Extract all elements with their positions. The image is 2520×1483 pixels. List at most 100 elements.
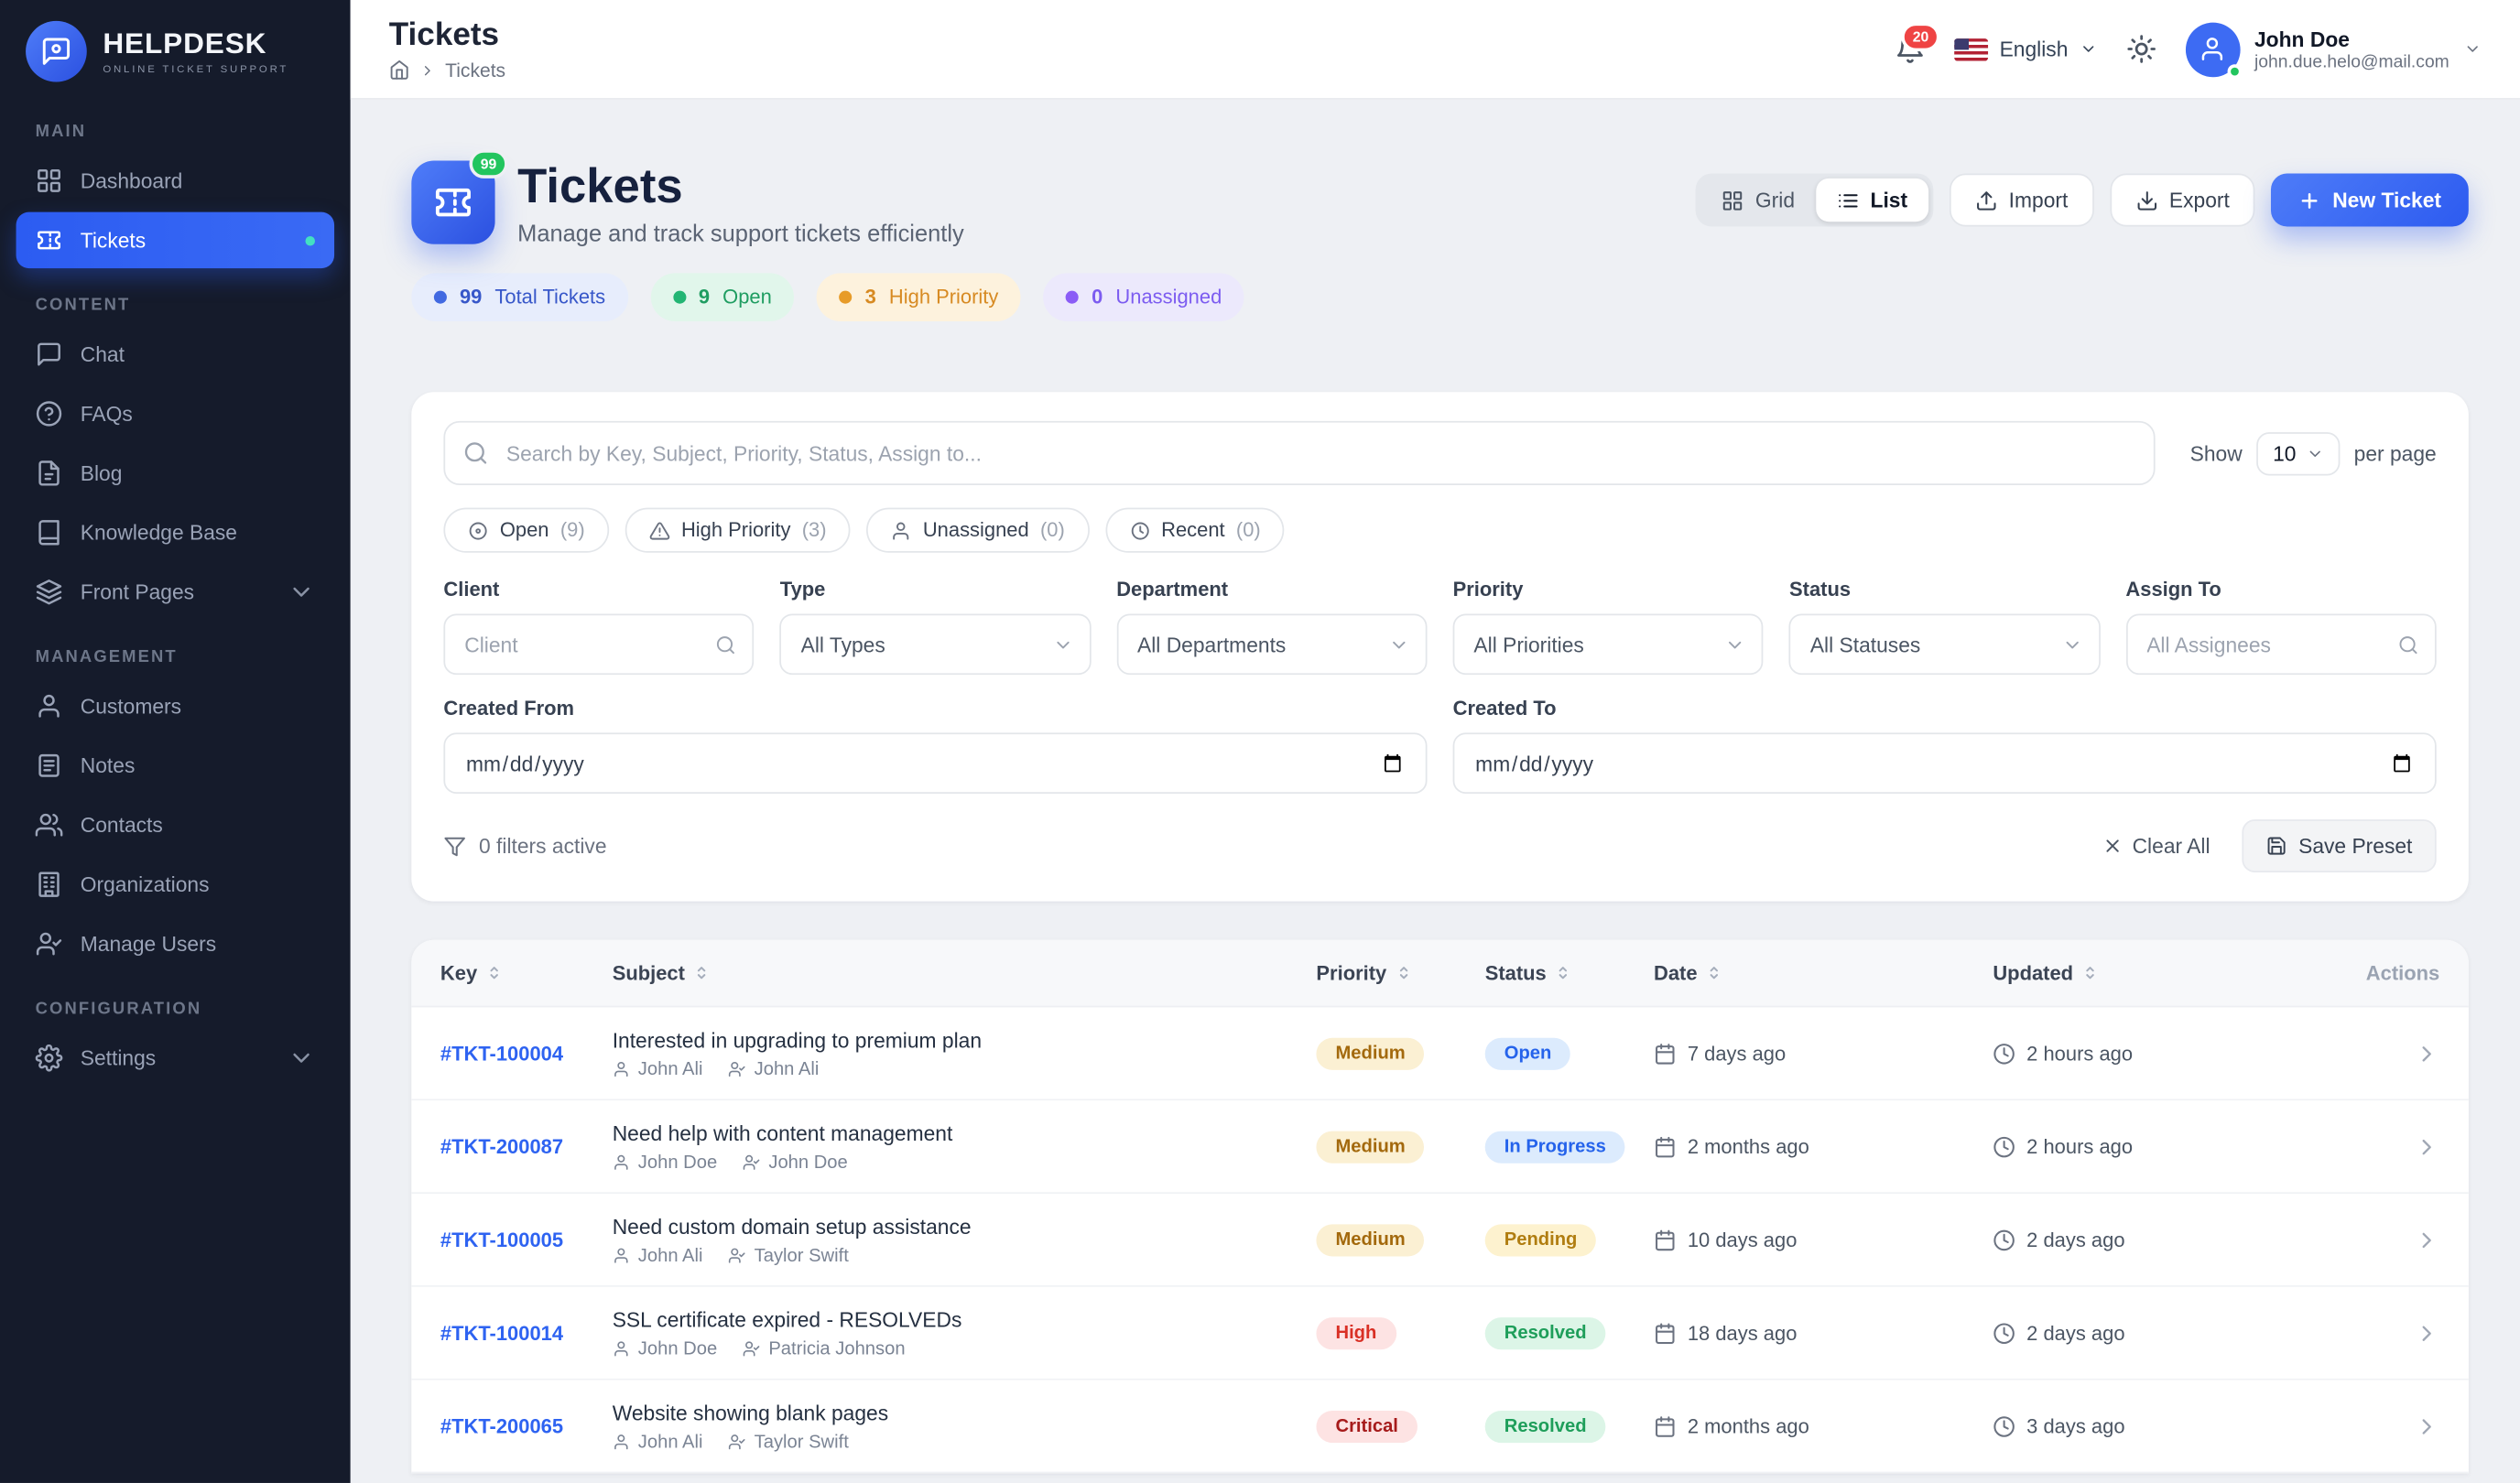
home-icon[interactable] xyxy=(389,60,410,81)
client-filter-input[interactable] xyxy=(464,633,708,656)
ticket-key-link[interactable]: #TKT-200065 xyxy=(440,1414,613,1437)
user-email: john.due.helo@mail.com xyxy=(2254,52,2449,71)
sidebar-item-organizations[interactable]: Organizations xyxy=(16,856,335,912)
language-selector[interactable]: English xyxy=(1954,37,2097,60)
ticket-row[interactable]: #TKT-100014 SSL certificate expired - RE… xyxy=(411,1287,2469,1380)
column-header-date[interactable]: Date xyxy=(1654,961,1993,984)
sidebar-item-contacts[interactable]: Contacts xyxy=(16,797,335,853)
sidebar-item-manage-users[interactable]: Manage Users xyxy=(16,915,335,971)
chevron-down-icon xyxy=(2080,40,2097,58)
ticket-client: John Ali xyxy=(638,1246,703,1265)
close-icon xyxy=(2102,836,2123,857)
column-header-subject[interactable]: Subject xyxy=(613,961,1317,984)
column-header-actions: Actions xyxy=(2366,961,2439,984)
user-check-icon xyxy=(743,1153,760,1171)
sidebar-item-tickets[interactable]: Tickets xyxy=(16,212,335,268)
ticket-date: 7 days ago xyxy=(1688,1042,1786,1065)
hero-title: Tickets xyxy=(517,161,964,214)
new-ticket-button[interactable]: New Ticket xyxy=(2272,174,2469,227)
chip-high-priority[interactable]: High Priority (3) xyxy=(625,508,851,553)
sidebar-nav: MAIN Dashboard Tickets CONTENT Chat FAQs xyxy=(0,98,351,1483)
import-button[interactable]: Import xyxy=(1950,174,2094,227)
sidebar-item-blog[interactable]: Blog xyxy=(16,445,335,501)
list-view-button[interactable]: List xyxy=(1816,179,1928,222)
sidebar-item-chat[interactable]: Chat xyxy=(16,326,335,382)
sidebar-item-label: Dashboard xyxy=(81,168,183,192)
user-menu[interactable]: John Doe john.due.helo@mail.com xyxy=(2186,22,2482,77)
sidebar-item-notes[interactable]: Notes xyxy=(16,738,335,794)
quick-filter-chips: Open (9) High Priority (3) Unassigned (0… xyxy=(443,508,2436,553)
column-header-status[interactable]: Status xyxy=(1485,961,1654,984)
clear-all-button[interactable]: Clear All xyxy=(2086,823,2226,870)
chip-count: (0) xyxy=(1040,519,1065,542)
chip-count: (0) xyxy=(1236,519,1261,542)
chip-recent[interactable]: Recent (0) xyxy=(1105,508,1285,553)
ticket-key-link[interactable]: #TKT-100005 xyxy=(440,1229,613,1251)
notifications-button[interactable]: 20 xyxy=(1895,34,1925,64)
sidebar-item-knowledge-base[interactable]: Knowledge Base xyxy=(16,504,335,560)
ticket-row[interactable]: #TKT-100005 Need custom domain setup ass… xyxy=(411,1194,2469,1287)
sidebar-item-front-pages[interactable]: Front Pages xyxy=(16,564,335,620)
chevron-down-icon xyxy=(2061,633,2082,655)
status-select[interactable]: All Statuses xyxy=(1789,613,2100,675)
created-from-date-input[interactable] xyxy=(443,732,1427,794)
stat-unassigned: 0 Unassigned xyxy=(1044,273,1244,321)
row-expand-button[interactable] xyxy=(2414,1040,2439,1066)
clock-icon xyxy=(1993,1042,2015,1065)
row-expand-button[interactable] xyxy=(2414,1320,2439,1346)
export-button[interactable]: Export xyxy=(2110,174,2255,227)
ticket-search-input[interactable] xyxy=(443,421,2155,485)
chevron-down-icon xyxy=(288,579,315,606)
row-expand-button[interactable] xyxy=(2414,1133,2439,1159)
sidebar-item-settings[interactable]: Settings xyxy=(16,1030,335,1086)
stat-label: High Priority xyxy=(889,286,998,309)
notification-count-badge: 20 xyxy=(1901,23,1939,52)
row-expand-button[interactable] xyxy=(2414,1413,2439,1439)
user-check-icon xyxy=(729,1060,746,1077)
sidebar-item-faqs[interactable]: FAQs xyxy=(16,385,335,441)
type-select[interactable]: All Types xyxy=(780,613,1091,675)
sun-icon xyxy=(2126,34,2156,64)
clock-icon xyxy=(1129,520,1150,541)
theme-toggle-button[interactable] xyxy=(2126,34,2156,64)
ticket-key-link[interactable]: #TKT-200087 xyxy=(440,1135,613,1158)
status-badge: Resolved xyxy=(1485,1410,1606,1442)
clock-icon xyxy=(1993,1322,2015,1345)
assignee-filter-input[interactable] xyxy=(2146,633,2390,656)
sidebar-item-customers[interactable]: Customers xyxy=(16,678,335,734)
per-page-select[interactable]: 10 xyxy=(2257,431,2340,474)
brand-logo[interactable]: HELPDESK ONLINE TICKET SUPPORT xyxy=(0,0,351,98)
active-filters-status: 0 filters active xyxy=(443,834,606,858)
column-header-updated[interactable]: Updated xyxy=(1993,961,2362,984)
created-to-label: Created To xyxy=(1453,698,2437,720)
ticket-key-link[interactable]: #TKT-100014 xyxy=(440,1322,613,1345)
breadcrumb-current[interactable]: Tickets xyxy=(445,59,505,81)
priority-field-label: Priority xyxy=(1453,579,1764,601)
sidebar-item-dashboard[interactable]: Dashboard xyxy=(16,153,335,209)
priority-badge: Medium xyxy=(1316,1131,1424,1163)
created-to-date-input[interactable] xyxy=(1453,732,2437,794)
dashboard-icon xyxy=(36,168,63,195)
active-indicator-dot xyxy=(305,235,315,245)
ticket-row[interactable]: #TKT-100004 Interested in upgrading to p… xyxy=(411,1007,2469,1100)
column-header-key[interactable]: Key xyxy=(440,961,613,984)
column-header-priority[interactable]: Priority xyxy=(1316,961,1484,984)
topbar: Tickets Tickets 20 English xyxy=(351,0,2520,100)
chip-open[interactable]: Open (9) xyxy=(443,508,609,553)
ticket-key-link[interactable]: #TKT-100004 xyxy=(440,1042,613,1065)
ticket-row[interactable]: #TKT-200065 Website showing blank pages … xyxy=(411,1380,2469,1474)
priority-select[interactable]: All Priorities xyxy=(1453,613,1764,675)
grid-view-button[interactable]: Grid xyxy=(1700,179,1816,222)
save-preset-button[interactable]: Save Preset xyxy=(2243,819,2437,872)
ticket-row[interactable]: #TKT-200087 Need help with content manag… xyxy=(411,1100,2469,1194)
user-icon xyxy=(36,692,63,720)
department-select[interactable]: All Departments xyxy=(1116,613,1427,675)
circle-dot-icon xyxy=(468,520,489,541)
row-expand-button[interactable] xyxy=(2414,1227,2439,1252)
ticket-updated: 3 days ago xyxy=(2026,1414,2124,1437)
active-filters-text: 0 filters active xyxy=(479,834,607,858)
chip-unassigned[interactable]: Unassigned (0) xyxy=(866,508,1089,553)
sidebar-item-label: Organizations xyxy=(81,872,210,896)
chevron-right-icon xyxy=(2414,1040,2439,1066)
priority-badge: Critical xyxy=(1316,1410,1418,1442)
